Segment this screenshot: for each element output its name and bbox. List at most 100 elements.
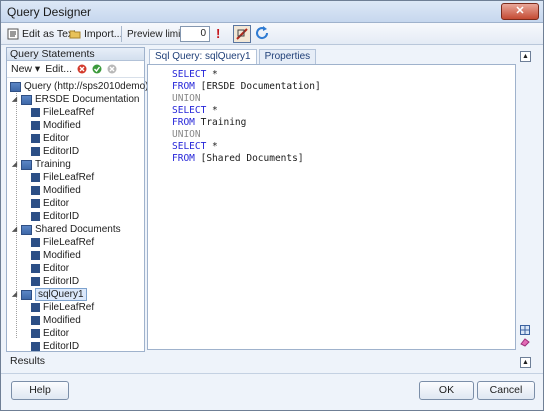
column-icon [31, 108, 40, 117]
edit-as-text-button[interactable]: Edit as Text [7, 26, 76, 42]
query-icon [21, 289, 32, 300]
tree-field[interactable]: FileLeafRef [31, 236, 94, 249]
column-icon [31, 199, 40, 208]
column-icon [31, 342, 40, 351]
column-icon [31, 329, 40, 338]
window-title: Query Designer [7, 5, 92, 19]
tree-node-label: FileLeafRef [43, 107, 95, 118]
tree-node-label: Modified [43, 315, 81, 326]
panel-title: Query Statements [7, 48, 144, 61]
tree-field[interactable]: Modified [31, 119, 81, 132]
column-icon [31, 134, 40, 143]
tree-field[interactable]: Modified [31, 249, 81, 262]
tree-field[interactable]: Editor [31, 262, 69, 275]
code-line: FROM [ERSDE Documentation] [172, 81, 321, 93]
sql-editor[interactable]: SELECT * FROM [ERSDE Documentation] UNION S… [147, 64, 516, 350]
code-line: SELECT * [172, 105, 321, 117]
server-icon [10, 81, 21, 92]
tree-node-label: Editor [43, 133, 70, 144]
tree-node-label: EditorID [43, 211, 80, 222]
tree-field[interactable]: EditorID [31, 275, 79, 288]
help-button[interactable]: Help [11, 381, 69, 400]
code-line: FROM [Shared Documents] [172, 153, 321, 165]
results-label: Results [10, 355, 46, 367]
sql-text: * [206, 141, 218, 152]
sql-keyword: FROM [172, 153, 195, 164]
column-icon [31, 251, 40, 260]
tree-node-label: Editor [43, 198, 70, 209]
toolbar: Edit as Text Import... Preview limit: 0 … [1, 23, 543, 45]
tree-node-label: Modified [43, 185, 81, 196]
tree-group[interactable]: ◢ Training [11, 158, 71, 171]
table-icon [21, 94, 32, 105]
collapse-up-icon[interactable]: ▲ [520, 51, 531, 62]
tree-node-label: Query (http://sps2010demo) [24, 81, 149, 92]
code-line: SELECT * [172, 69, 321, 81]
expand-toggle-icon[interactable]: ◢ [11, 291, 18, 298]
sql-keyword: UNION [172, 93, 201, 104]
tree-node-label: Shared Documents [35, 224, 121, 235]
sql-keyword: SELECT [172, 105, 207, 116]
tree-field[interactable]: FileLeafRef [31, 171, 94, 184]
delete-icon[interactable] [77, 64, 87, 74]
pin-toggle-button[interactable] [233, 25, 251, 43]
sql-keyword: FROM [172, 81, 195, 92]
tree-field[interactable]: EditorID [31, 210, 79, 223]
title-bar: Query Designer ✕ [1, 1, 543, 23]
tree-group[interactable]: ◢ Shared Documents [11, 223, 121, 236]
ok-button[interactable]: OK [419, 381, 474, 400]
query-designer-window: Query Designer ✕ Edit as Text Import... … [0, 0, 544, 411]
sql-keyword: SELECT [172, 69, 207, 80]
tab-properties[interactable]: Properties [258, 49, 317, 64]
dialog-footer: Help OK Cancel [1, 373, 543, 410]
tree-node-label: Training [35, 159, 71, 170]
tree-field[interactable]: Modified [31, 314, 81, 327]
code-line: SELECT * [172, 141, 321, 153]
tree-node-label: FileLeafRef [43, 237, 95, 248]
tree-group[interactable]: ◢ sqlQuery1 [11, 288, 87, 301]
expand-toggle-icon[interactable]: ◢ [11, 161, 18, 168]
tab-sql-query[interactable]: Sql Query: sqlQuery1 [149, 49, 257, 64]
expand-toggle-icon[interactable]: ◢ [11, 96, 18, 103]
sql-keyword: UNION [172, 129, 201, 140]
tree-node-label: EditorID [43, 341, 80, 352]
grid-icon[interactable] [520, 325, 530, 335]
tree-field[interactable]: Editor [31, 327, 69, 340]
tree-field[interactable]: Modified [31, 184, 81, 197]
edit-button[interactable]: Edit... [45, 63, 72, 75]
preview-limit-label: Preview limit: [127, 29, 186, 40]
sql-keyword: FROM [172, 117, 195, 128]
sql-text: [Shared Documents] [194, 153, 304, 164]
tree-field[interactable]: FileLeafRef [31, 106, 94, 119]
column-icon [31, 238, 40, 247]
sql-code: SELECT * FROM [ERSDE Documentation] UNION S… [172, 69, 321, 165]
column-icon [31, 264, 40, 273]
check-icon[interactable] [92, 64, 102, 74]
preview-limit-input[interactable]: 0 [180, 26, 210, 42]
new-label: New [11, 63, 33, 75]
expand-results-icon[interactable]: ▲ [520, 357, 531, 368]
table-icon [21, 159, 32, 170]
column-icon [31, 173, 40, 182]
query-statements-panel: Query Statements New ▾ Edit... Query (ht… [6, 47, 149, 353]
tree-field[interactable]: EditorID [31, 145, 79, 158]
tree-field[interactable]: FileLeafRef [31, 301, 94, 314]
tree-group[interactable]: ◢ ERSDE Documentation [11, 93, 140, 106]
close-button[interactable]: ✕ [501, 3, 539, 20]
eraser-icon[interactable] [520, 337, 530, 347]
tree-field[interactable]: EditorID [31, 340, 79, 353]
column-icon [31, 186, 40, 195]
folder-icon [69, 30, 81, 39]
import-button[interactable]: Import... [69, 26, 123, 42]
tree-field[interactable]: Editor [31, 132, 69, 145]
tree-node-label: Editor [43, 263, 70, 274]
disabled-icon[interactable] [107, 64, 117, 74]
refresh-icon[interactable] [255, 26, 270, 41]
tree-field[interactable]: Editor [31, 197, 69, 210]
tree-root[interactable]: Query (http://sps2010demo) [10, 80, 149, 93]
new-menu-button[interactable]: New ▾ [11, 63, 40, 75]
column-icon [31, 121, 40, 130]
expand-toggle-icon[interactable]: ◢ [11, 226, 18, 233]
cancel-button[interactable]: Cancel [477, 381, 535, 400]
tree-node-label: FileLeafRef [43, 302, 95, 313]
